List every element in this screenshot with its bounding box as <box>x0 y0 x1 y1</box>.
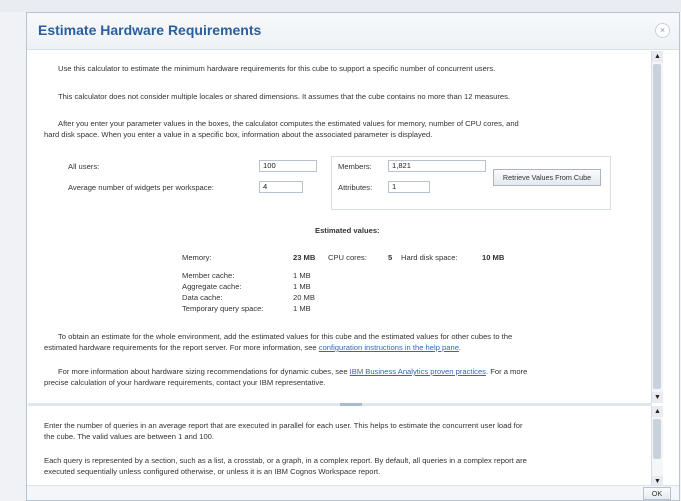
temporary-query-space-value: 1 MB <box>293 304 311 313</box>
members-label: Members: <box>338 162 372 171</box>
data-cache-label: Data cache: <box>182 293 223 302</box>
estimated-values-heading: Estimated values: <box>315 226 380 235</box>
sizing-note-line-2: precise calculation of your hardware req… <box>44 378 326 387</box>
dialog-footer: OK <box>27 485 679 500</box>
help-pane: Enter the number of queries in an averag… <box>28 406 652 487</box>
hard-disk-value: 10 MB <box>482 253 505 262</box>
memory-label: Memory: <box>182 253 212 262</box>
all-users-input[interactable]: 100 <box>259 160 317 172</box>
ok-button[interactable]: OK <box>643 487 671 500</box>
close-icon[interactable]: × <box>655 23 670 38</box>
help-scroll-up-icon[interactable]: ▲ <box>652 406 663 417</box>
dialog-title: Estimate Hardware Requirements <box>38 22 262 38</box>
attributes-label: Attributes: <box>338 183 373 192</box>
intro-paragraph-1: Use this calculator to estimate the mini… <box>58 64 496 73</box>
members-input[interactable]: 1,821 <box>388 160 486 172</box>
background-window-sidebar <box>0 12 27 501</box>
widgets-per-workspace-input[interactable]: 4 <box>259 181 303 193</box>
cpu-cores-value: 5 <box>388 253 393 262</box>
scroll-down-icon[interactable]: ▼ <box>652 392 663 403</box>
aggregate-cache-label: Aggregate cache: <box>182 282 242 291</box>
intro-paragraph-3-line-1: After you enter your parameter values in… <box>58 119 519 128</box>
sizing-note-line-1: For more information about hardware sizi… <box>58 366 527 377</box>
estimate-hardware-dialog: Estimate Hardware Requirements × Use thi… <box>26 12 680 501</box>
aggregate-cache-value: 1 MB <box>293 282 311 291</box>
sizing-note-suffix: . For a more <box>485 367 528 376</box>
calculator-pane: Use this calculator to estimate the mini… <box>28 51 652 403</box>
help-paragraph-2-line-2: executed sequentially unless configured … <box>44 467 381 476</box>
help-scrollbar-thumb[interactable] <box>653 419 661 459</box>
attributes-input[interactable]: 1 <box>388 181 430 193</box>
widgets-per-workspace-label: Average number of widgets per workspace: <box>68 183 214 192</box>
environment-note-period: . <box>458 343 462 352</box>
scrollbar-thumb[interactable] <box>653 64 661 389</box>
memory-value: 23 MB <box>293 253 316 262</box>
temporary-query-space-label: Temporary query space: <box>182 304 264 313</box>
sizing-note-text: For more information about hardware sizi… <box>58 367 350 376</box>
cpu-cores-label: CPU cores: <box>328 253 367 262</box>
help-scrollbar[interactable]: ▲ ▼ <box>651 406 663 487</box>
scroll-up-icon[interactable]: ▲ <box>652 51 663 62</box>
retrieve-values-button[interactable]: Retrieve Values From Cube <box>493 169 601 186</box>
hard-disk-label: Hard disk space: <box>401 253 458 262</box>
help-paragraph-2-line-1: Each query is represented by a section, … <box>44 456 527 465</box>
background-window-strip <box>0 0 681 12</box>
calculator-scrollbar[interactable]: ▲ ▼ <box>651 51 663 403</box>
intro-paragraph-3-line-2: hard disk space. When you enter a value … <box>44 130 433 139</box>
all-users-label: All users: <box>68 162 100 171</box>
environment-note-text: estimated hardware requirements for the … <box>44 343 319 352</box>
dialog-title-bar: Estimate Hardware Requirements × <box>27 13 679 50</box>
data-cache-value: 20 MB <box>293 293 315 302</box>
member-cache-value: 1 MB <box>293 271 311 280</box>
help-paragraph-1-line-1: Enter the number of queries in an averag… <box>44 421 523 430</box>
environment-note-line-2: estimated hardware requirements for the … <box>44 342 461 353</box>
proven-practices-link[interactable]: IBM Business Analytics proven practices <box>350 367 486 376</box>
intro-paragraph-2: This calculator does not consider multip… <box>58 92 511 101</box>
configuration-instructions-link[interactable]: configuration instructions in the help p… <box>319 343 459 352</box>
environment-note-line-1: To obtain an estimate for the whole envi… <box>58 332 513 341</box>
help-paragraph-1-line-2: the cube. The valid values are between 1… <box>44 432 214 441</box>
member-cache-label: Member cache: <box>182 271 235 280</box>
